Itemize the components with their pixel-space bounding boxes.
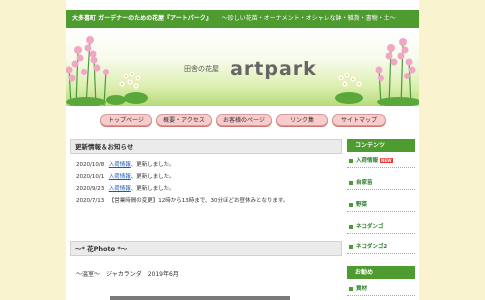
news-link[interactable]: 入荷情報: [109, 174, 131, 180]
header-tagline-bar: 大多喜町 ガーデナーのための花屋『アートパーク』 〜珍しい花苗・オーナメント・オ…: [66, 10, 419, 28]
sidebar-recommend-heading: お勧め: [347, 266, 415, 279]
site-logo[interactable]: 田舎の花屋 artpark: [184, 58, 317, 80]
sidebar-item-materials[interactable]: 資材: [347, 282, 415, 296]
news-date: 2020/10/8: [76, 162, 105, 168]
site-subtitle: 田舎の花屋: [184, 65, 219, 73]
news-heading: 更新情報＆お知らせ: [70, 139, 342, 154]
news-date: 2020/7/13: [76, 198, 105, 204]
news-text: 、更新しました。: [130, 186, 175, 192]
new-badge: NEW: [380, 158, 393, 163]
photo-caption: 〜温室〜 ジャカランダ 2019年6月: [76, 271, 179, 278]
global-nav: トップページ 概要・アクセス お客様のページ リンク集 サイトマップ: [66, 106, 419, 134]
sidebar-item-nekodango[interactable]: ネコダンゴ: [347, 220, 415, 234]
news-item: 2020/10/1 入荷情報、更新しました。: [76, 172, 175, 180]
flowers-right-illustration: [335, 38, 419, 106]
sidebar-item-label: 入荷情報: [356, 158, 379, 164]
photo-image-top-edge: [110, 296, 290, 300]
news-text: 【営業時間の変更】12時から13時まで、30分ほどお昼休みとなります。: [108, 198, 289, 204]
sidebar-contents-heading: コンテンツ: [347, 139, 415, 152]
nav-about-access[interactable]: 概要・アクセス: [156, 114, 212, 126]
news-link[interactable]: 入荷情報: [109, 186, 131, 192]
header-tagline-bold: 大多喜町 ガーデナーのための花屋『アートパーク』: [72, 15, 212, 22]
page-container: 大多喜町 ガーデナーのための花屋『アートパーク』 〜珍しい花苗・オーナメント・オ…: [66, 0, 419, 300]
site-title: artpark: [230, 58, 317, 80]
news-item: 2020/7/13 【営業時間の変更】12時から13時まで、30分ほどお昼休みと…: [76, 196, 288, 204]
news-item: 2020/9/23 入荷情報、更新しました。: [76, 184, 175, 192]
nav-sitemap[interactable]: サイトマップ: [332, 114, 386, 126]
news-date: 2020/9/23: [76, 186, 105, 192]
photo-heading: 〜* 花Photo *〜: [70, 241, 342, 256]
news-date: 2020/10/1: [76, 174, 105, 180]
sidebar-item-nekodango2[interactable]: ネコダンゴ2: [347, 240, 415, 254]
news-item: 2020/10/8 入荷情報、更新しました。: [76, 160, 175, 168]
flowers-left-illustration: [66, 36, 148, 106]
header-banner[interactable]: 田舎の花屋 artpark: [66, 28, 419, 106]
sidebar-item-arrivals[interactable]: 入荷情報 NEW: [347, 154, 415, 168]
nav-top-page[interactable]: トップページ: [100, 114, 152, 126]
sidebar-item-home-seedlings[interactable]: 自家苗: [347, 176, 415, 190]
news-text: 、更新しました。: [130, 174, 175, 180]
header-tagline-rest: 〜珍しい花苗・オーナメント・オシャレな鉢・雑貨・書物・土〜: [221, 15, 396, 22]
nav-links[interactable]: リンク集: [276, 114, 328, 126]
sidebar-item-vegetables[interactable]: 野菜: [347, 198, 415, 212]
news-link[interactable]: 入荷情報: [109, 162, 131, 168]
nav-customer-page[interactable]: お客様のページ: [216, 114, 272, 126]
news-text: 、更新しました。: [130, 162, 175, 168]
